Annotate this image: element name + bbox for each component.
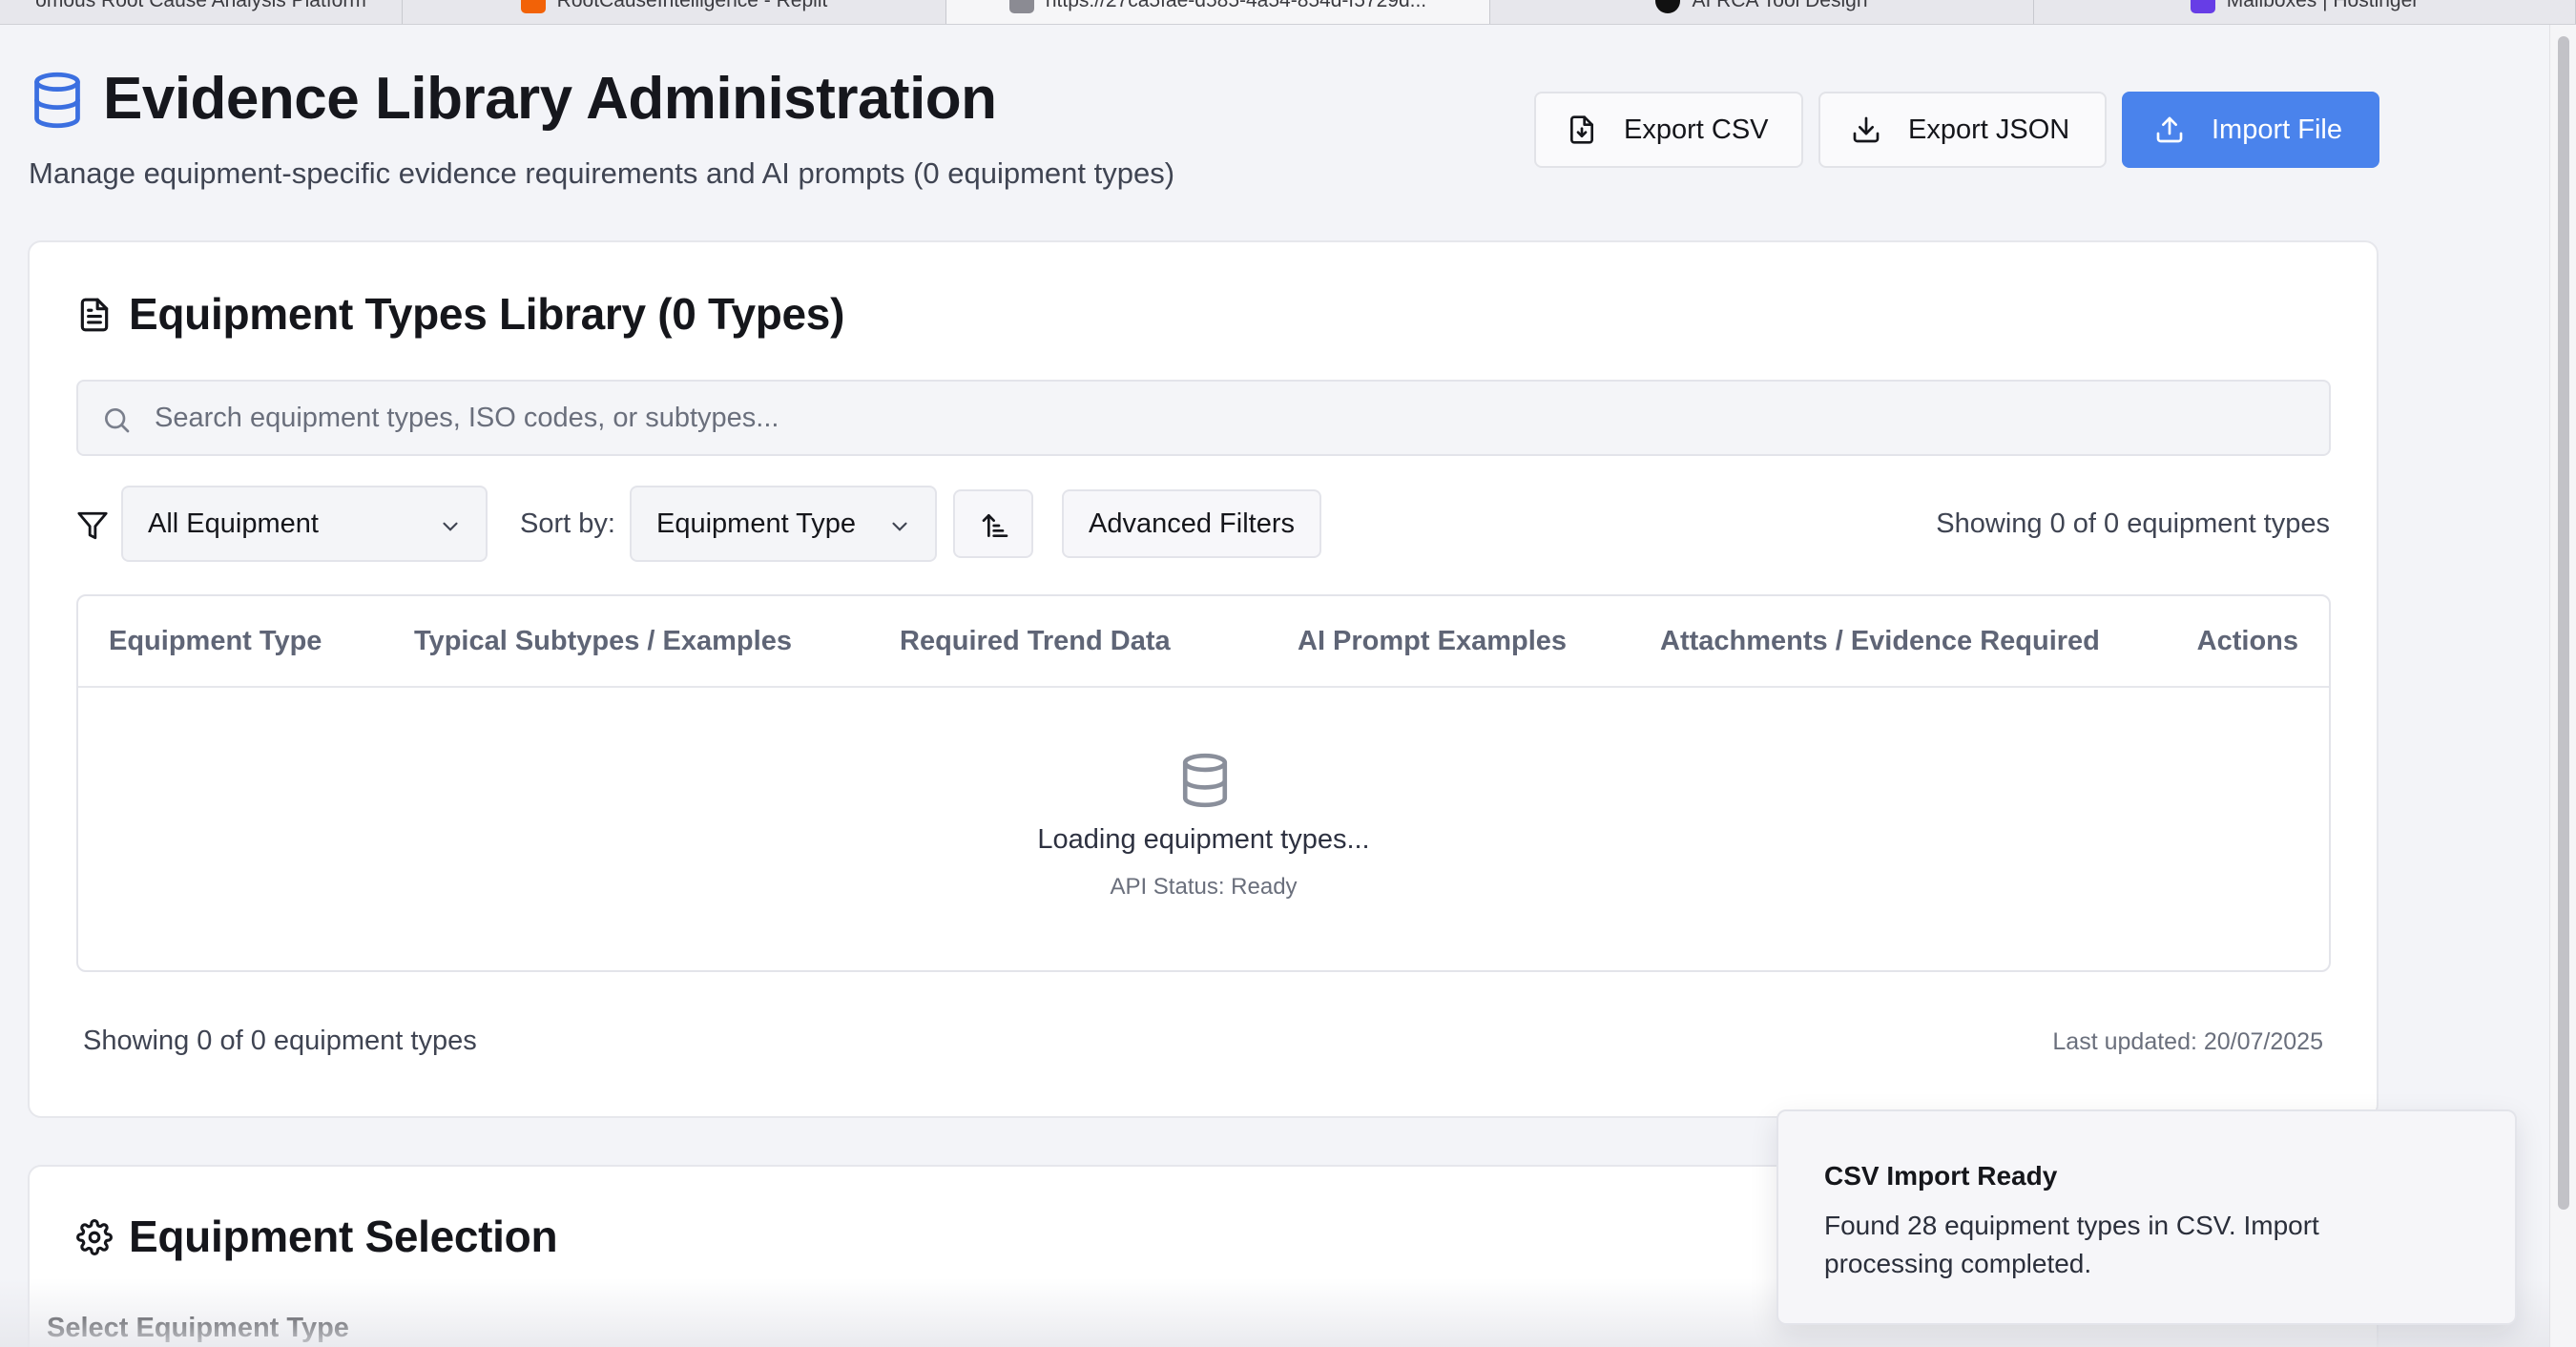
table-header: Equipment Type Typical Subtypes / Exampl… [78, 596, 2329, 688]
results-count-footer: Showing 0 of 0 equipment types [83, 1026, 477, 1056]
column-header[interactable]: Equipment Type [109, 626, 322, 657]
search-field[interactable] [76, 380, 2331, 456]
browser-tab[interactable]: AI RCA Tool Design [1490, 0, 2034, 24]
chevron-down-icon [443, 522, 458, 531]
sort-by-label: Sort by: [520, 508, 615, 539]
select-equipment-label: Select Equipment Type [47, 1313, 349, 1343]
search-input[interactable] [155, 382, 2311, 454]
browser-tab[interactable]: omous Root Cause Analysis Platform [0, 0, 403, 24]
download-icon [1853, 116, 1880, 143]
toast-notification[interactable]: CSV Import Ready Found 28 equipment type… [1776, 1109, 2517, 1325]
chevron-down-icon [892, 522, 907, 531]
file-download-icon [1570, 115, 1593, 144]
export-json-button[interactable]: Export JSON [1818, 92, 2107, 168]
file-text-icon [80, 298, 109, 332]
results-count: Showing 0 of 0 equipment types [1936, 508, 2330, 539]
equipment-selection-title: Equipment Selection [129, 1212, 558, 1261]
hostinger-icon [2190, 0, 2215, 13]
search-icon [105, 408, 130, 433]
export-csv-button[interactable]: Export CSV [1534, 92, 1803, 168]
database-icon [1182, 753, 1228, 808]
library-title: Equipment Types Library (0 Types) [129, 289, 845, 339]
column-header: Actions [2196, 626, 2298, 656]
column-header[interactable]: Typical Subtypes / Examples [414, 626, 792, 657]
loading-message: Loading equipment types... [1037, 824, 1370, 855]
openai-icon [1655, 0, 1681, 13]
database-icon [34, 72, 80, 129]
browser-tab[interactable]: RootCauseIntelligence - Replit [403, 0, 946, 24]
filter-icon [77, 511, 108, 540]
page-scrollbar[interactable] [2549, 25, 2576, 1347]
browser-tab-strip: omous Root Cause Analysis Platform RootC… [0, 0, 2576, 25]
equipment-table: Equipment Type Typical Subtypes / Exampl… [76, 594, 2331, 972]
equipment-library-card: Equipment Types Library (0 Types) All Eq… [28, 240, 2379, 1118]
browser-tab[interactable]: Mailboxes | Hostinger [2034, 0, 2576, 24]
sort-ascending-icon [982, 514, 1008, 537]
column-header[interactable]: Attachments / Evidence Required [1660, 626, 2100, 657]
replit-icon [520, 0, 546, 13]
api-status: API Status: Ready [1110, 874, 1298, 900]
upload-icon [2156, 116, 2183, 143]
equipment-filter-select[interactable]: All Equipment [121, 486, 488, 562]
site-icon [1008, 0, 1034, 13]
toast-title: CSV Import Ready [1824, 1161, 2058, 1191]
browser-tab-active[interactable]: https://27ca5fae-d585-4a54-854d-f5729d..… [946, 0, 1490, 24]
last-updated: Last updated: 20/07/2025 [2052, 1028, 2323, 1055]
sort-by-select[interactable]: Equipment Type [630, 486, 937, 562]
page-title: Evidence Library Administration [103, 66, 997, 132]
scrollbar-thumb[interactable] [2558, 36, 2569, 1210]
gear-icon [76, 1219, 113, 1255]
advanced-filters-button[interactable]: Advanced Filters [1062, 489, 1321, 558]
column-header[interactable]: AI Prompt Examples [1298, 626, 1567, 657]
column-header[interactable]: Required Trend Data [900, 626, 1171, 657]
page-subtitle: Manage equipment-specific evidence requi… [29, 156, 1175, 190]
sort-direction-button[interactable] [953, 489, 1033, 558]
import-file-button[interactable]: Import File [2122, 92, 2379, 168]
toast-message: Found 28 equipment types in CSV. Import … [1824, 1211, 2319, 1278]
